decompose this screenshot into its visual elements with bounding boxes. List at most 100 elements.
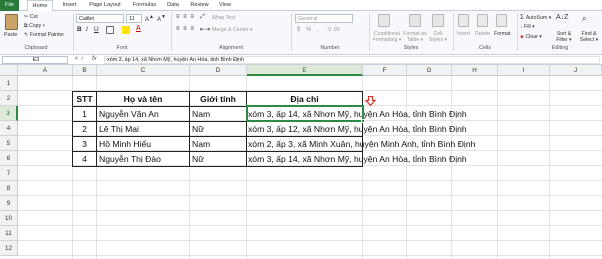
number-buttons[interactable]: $ % ,	[297, 27, 321, 33]
wrap-text-button[interactable]: Wrap Text	[212, 15, 235, 21]
fill-button[interactable]: ↓ Fill ▾	[520, 24, 535, 30]
tab-review[interactable]: Review	[187, 0, 212, 11]
decimal-buttons[interactable]: .0 .00	[327, 27, 340, 33]
header-ho-va-ten[interactable]: Họ và tên	[97, 92, 189, 107]
cell-gender[interactable]: Nam	[192, 137, 210, 152]
tab-data[interactable]: Data	[163, 0, 183, 11]
ribbon-tabs: File Home Insert Page Layout Formulas Da…	[0, 0, 602, 12]
column-header[interactable]: A	[18, 65, 73, 76]
column-header[interactable]: H	[452, 65, 498, 76]
bold-button[interactable]: B	[77, 26, 82, 33]
tab-file[interactable]: File	[0, 0, 19, 11]
formula-input[interactable]: xóm 3, ấp 14, xã Nhơn Mỹ, huyện An Hòa, …	[104, 56, 600, 64]
cell-address[interactable]: xóm 2, ấp 3, xã Minh Xuân, huyện Minh An…	[248, 137, 475, 152]
orientation-icon[interactable]: ⤢	[200, 14, 205, 21]
delete-cells-button[interactable]: Delete	[475, 31, 490, 37]
row-header[interactable]: 5	[0, 136, 18, 151]
row-header-selected[interactable]: 3	[0, 106, 18, 121]
top-align-icons[interactable]: ≡ ≡ ≡	[176, 14, 195, 20]
cell-stt[interactable]: 4	[73, 152, 96, 167]
copy-button[interactable]: ⧉ Copy ▾	[24, 23, 45, 30]
column-header[interactable]: I	[498, 65, 550, 76]
fill-handle[interactable]	[361, 119, 365, 123]
column-header[interactable]: B	[73, 65, 97, 76]
conditional-formatting-icon[interactable]	[378, 14, 390, 27]
shrink-font-button[interactable]: A▼	[157, 14, 166, 23]
cell-address[interactable]: xóm 3, ấp 14, xã Nhơn Mỹ, huyện An Hòa, …	[248, 152, 467, 167]
horizontal-align-icons[interactable]: ≡ ≡ ≡	[176, 26, 195, 32]
cut-button[interactable]: ✂ Cut	[24, 14, 38, 20]
format-cells-button[interactable]: Format	[494, 31, 510, 37]
row-header[interactable]: 7	[0, 166, 18, 181]
select-all-corner[interactable]	[0, 65, 18, 76]
row-header[interactable]: 9	[0, 196, 18, 211]
paste-icon[interactable]	[5, 14, 18, 30]
fill-color-icon[interactable]	[122, 26, 130, 34]
cell-gender[interactable]: Nam	[192, 107, 210, 122]
insert-cells-button[interactable]: Insert	[457, 31, 470, 37]
column-header[interactable]: D	[190, 65, 247, 76]
paste-button[interactable]: Paste	[4, 32, 17, 38]
format-as-table-button[interactable]: Format as Table ▾	[403, 31, 427, 43]
row-header[interactable]: 12	[0, 241, 18, 256]
cell-styles-icon[interactable]	[432, 14, 444, 27]
row-header[interactable]: 10	[0, 211, 18, 226]
italic-button[interactable]: I	[86, 26, 88, 33]
insert-cells-icon[interactable]	[458, 14, 469, 27]
underline-button[interactable]: U	[94, 26, 99, 33]
name-box[interactable]: E3	[2, 56, 68, 64]
header-gioi-tinh[interactable]: Giới tính	[190, 92, 246, 107]
merge-center-button[interactable]: Merge & Center ▾	[212, 27, 253, 33]
cell-styles-button[interactable]: Cell Styles ▾	[428, 31, 448, 43]
format-cells-icon[interactable]	[496, 14, 507, 27]
active-cell-outline[interactable]	[246, 105, 364, 122]
find-select-icon[interactable]: ⌕	[582, 14, 586, 24]
row-header[interactable]: 2	[0, 91, 18, 106]
cell-gender[interactable]: Nữ	[192, 152, 204, 167]
cell-name[interactable]: Nguyễn Văn An	[99, 107, 159, 122]
format-painter-button[interactable]: ✎ Format Painter	[24, 32, 64, 38]
cell-stt[interactable]: 1	[73, 107, 96, 122]
cell-stt[interactable]: 2	[73, 122, 96, 137]
delete-cells-icon[interactable]	[477, 14, 488, 27]
column-header-selected[interactable]: E	[247, 65, 363, 76]
cell-gender[interactable]: Nữ	[192, 122, 204, 137]
tab-view[interactable]: View	[215, 0, 235, 11]
cell-stt[interactable]: 3	[73, 137, 96, 152]
worksheet-grid[interactable]: A B C D E F G H I J 1 2 3 4 5 6 7 8 9 10…	[0, 65, 602, 259]
tab-formulas[interactable]: Formulas	[128, 0, 161, 11]
column-header[interactable]: C	[97, 65, 190, 76]
sort-filter-button[interactable]: Sort & Filter ▾	[553, 31, 575, 43]
conditional-formatting-button[interactable]: Conditional Formatting ▾	[372, 31, 402, 43]
column-header[interactable]: J	[550, 65, 602, 76]
header-stt[interactable]: STT	[73, 92, 96, 107]
row-header[interactable]: 6	[0, 151, 18, 166]
number-format-select[interactable]: General	[295, 14, 353, 23]
row-header[interactable]: 11	[0, 226, 18, 241]
insert-function-icon[interactable]: fx	[92, 56, 97, 62]
sort-filter-icon[interactable]: A↓Z	[556, 14, 568, 21]
borders-icon[interactable]	[106, 26, 114, 34]
font-color-icon[interactable]: A	[136, 25, 141, 32]
font-size-select[interactable]: 11	[126, 14, 142, 23]
cell-address[interactable]: xóm 3, ấp 12, xã Nhơn Mỹ, huyện An Hòa, …	[248, 122, 467, 137]
autosum-button[interactable]: Σ AutoSum ▾	[520, 14, 551, 21]
row-header[interactable]: 8	[0, 181, 18, 196]
font-name-select[interactable]: Calibri	[76, 14, 124, 23]
tab-page-layout[interactable]: Page Layout	[85, 0, 125, 11]
column-header[interactable]: G	[407, 65, 452, 76]
indent-icons[interactable]: ⇤⇥	[200, 26, 210, 33]
tab-insert[interactable]: Insert	[57, 0, 82, 11]
row-header[interactable]: 1	[0, 76, 18, 91]
row-header[interactable]: 4	[0, 121, 18, 136]
cell-name[interactable]: Lê Thị Mai	[99, 122, 139, 137]
format-as-table-icon[interactable]	[409, 14, 421, 27]
cell-name[interactable]: Nguyễn Thị Đào	[99, 152, 161, 167]
formula-buttons[interactable]: ✕ ✓	[74, 56, 85, 62]
clear-button[interactable]: ◆ Clear ▾	[520, 34, 542, 40]
column-header[interactable]: F	[363, 65, 407, 76]
cell-name[interactable]: Hồ Minh Hiếu	[99, 137, 151, 152]
find-select-button[interactable]: Find & Select ▾	[576, 31, 602, 43]
styles-group-label: Styles	[403, 45, 419, 51]
grow-font-button[interactable]: A▲	[145, 14, 154, 23]
